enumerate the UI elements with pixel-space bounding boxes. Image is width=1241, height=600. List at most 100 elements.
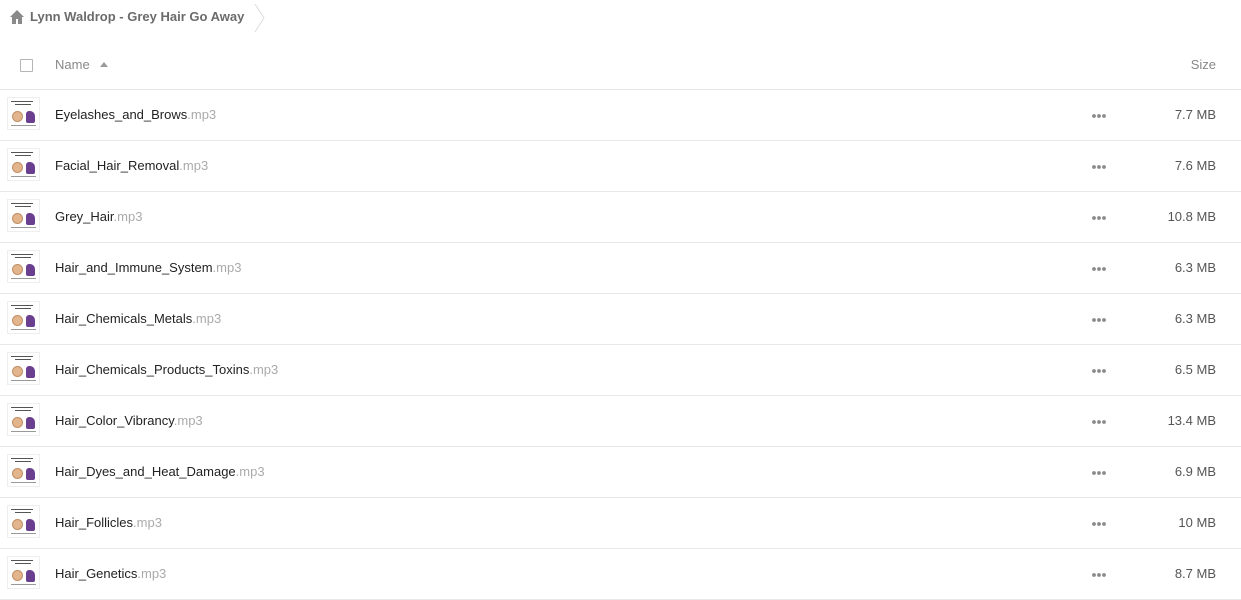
file-size: 6.3 MB — [1174, 311, 1216, 326]
file-size: 6.9 MB — [1174, 464, 1216, 479]
file-thumbnail[interactable] — [7, 352, 40, 385]
file-thumbnail[interactable] — [7, 454, 40, 487]
file-extension: .mp3 — [187, 107, 217, 122]
file-thumbnail[interactable] — [7, 199, 40, 232]
breadcrumb: Lynn Waldrop - Grey Hair Go Away — [0, 0, 1241, 36]
file-size: 10.8 MB — [1167, 209, 1216, 224]
face-thumbnail-graphic — [12, 213, 23, 224]
file-base-name: Hair_Chemicals_Products_Toxins — [55, 362, 250, 377]
face-thumbnail-graphic — [12, 162, 23, 173]
file-row[interactable]: Hair_Genetics.mp3 8.7 MB — [0, 549, 1241, 600]
more-options-icon[interactable] — [1091, 521, 1107, 527]
more-options-icon[interactable] — [1091, 317, 1107, 323]
sort-ascending-icon[interactable] — [99, 61, 109, 68]
figure-thumbnail-graphic — [26, 213, 35, 225]
more-options-icon[interactable] — [1091, 368, 1107, 374]
more-options-icon[interactable] — [1091, 164, 1107, 170]
file-extension: .mp3 — [235, 464, 265, 479]
file-size: 8.7 MB — [1174, 566, 1216, 581]
figure-thumbnail-graphic — [26, 570, 35, 582]
file-name[interactable]: Hair_and_Immune_System.mp3 — [55, 260, 241, 275]
file-size: 6.3 MB — [1174, 260, 1216, 275]
file-thumbnail[interactable] — [7, 97, 40, 130]
file-row[interactable]: Grey_Hair.mp3 10.8 MB — [0, 192, 1241, 243]
file-name[interactable]: Hair_Chemicals_Products_Toxins.mp3 — [55, 362, 278, 377]
file-name[interactable]: Hair_Color_Vibrancy.mp3 — [55, 413, 203, 428]
file-base-name: Grey_Hair — [55, 209, 114, 224]
figure-thumbnail-graphic — [26, 519, 35, 531]
file-base-name: Hair_Genetics — [55, 566, 138, 581]
file-size: 10 MB — [1178, 515, 1216, 530]
file-size: 7.6 MB — [1174, 158, 1216, 173]
file-name[interactable]: Facial_Hair_Removal.mp3 — [55, 158, 208, 173]
file-row[interactable]: Hair_Chemicals_Products_Toxins.mp3 6.5 MB — [0, 345, 1241, 396]
file-base-name: Hair_Chemicals_Metals — [55, 311, 193, 326]
figure-thumbnail-graphic — [26, 264, 35, 276]
file-extension: .mp3 — [249, 362, 279, 377]
figure-thumbnail-graphic — [26, 417, 35, 429]
face-thumbnail-graphic — [12, 570, 23, 581]
file-size: 13.4 MB — [1167, 413, 1216, 428]
file-extension: .mp3 — [137, 566, 167, 581]
file-base-name: Facial_Hair_Removal — [55, 158, 180, 173]
face-thumbnail-graphic — [12, 111, 23, 122]
figure-thumbnail-graphic — [26, 162, 35, 174]
face-thumbnail-graphic — [12, 468, 23, 479]
file-thumbnail[interactable] — [7, 250, 40, 283]
file-extension: .mp3 — [113, 209, 143, 224]
file-list: Eyelashes_and_Brows.mp3 7.7 MB Facial_Hair… — [0, 90, 1241, 600]
file-extension: .mp3 — [179, 158, 209, 173]
file-row[interactable]: Eyelashes_and_Brows.mp3 7.7 MB — [0, 90, 1241, 141]
more-options-icon[interactable] — [1091, 113, 1107, 119]
file-extension: .mp3 — [212, 260, 242, 275]
file-extension: .mp3 — [133, 515, 162, 530]
more-options-icon[interactable] — [1091, 470, 1107, 476]
figure-thumbnail-graphic — [26, 315, 35, 327]
size-column-header[interactable]: Size — [1191, 57, 1216, 72]
file-base-name: Hair_Dyes_and_Heat_Damage — [55, 464, 236, 479]
more-options-icon[interactable] — [1091, 572, 1107, 578]
file-row[interactable]: Hair_Color_Vibrancy.mp3 13.4 MB — [0, 396, 1241, 447]
file-size: 7.7 MB — [1174, 107, 1216, 122]
figure-thumbnail-graphic — [26, 366, 35, 378]
file-name[interactable]: Hair_Chemicals_Metals.mp3 — [55, 311, 221, 326]
file-base-name: Hair_Color_Vibrancy — [55, 413, 174, 428]
file-name[interactable]: Eyelashes_and_Brows.mp3 — [55, 107, 216, 122]
file-name[interactable]: Grey_Hair.mp3 — [55, 209, 142, 224]
more-options-icon[interactable] — [1091, 215, 1107, 221]
file-list-header: Name Size — [0, 40, 1241, 90]
file-size: 6.5 MB — [1174, 362, 1216, 377]
more-options-icon[interactable] — [1091, 419, 1107, 425]
file-name[interactable]: Hair_Follicles.mp3 — [55, 515, 162, 530]
figure-thumbnail-graphic — [26, 111, 35, 123]
figure-thumbnail-graphic — [26, 468, 35, 480]
chevron-right-icon — [254, 4, 265, 32]
file-base-name: Hair_Follicles — [55, 515, 134, 530]
file-extension: .mp3 — [173, 413, 203, 428]
file-thumbnail[interactable] — [7, 556, 40, 589]
face-thumbnail-graphic — [12, 315, 23, 326]
file-row[interactable]: Hair_and_Immune_System.mp3 6.3 MB — [0, 243, 1241, 294]
file-thumbnail[interactable] — [7, 148, 40, 181]
face-thumbnail-graphic — [12, 264, 23, 275]
home-icon[interactable] — [9, 9, 25, 25]
file-row[interactable]: Hair_Follicles.mp3 10 MB — [0, 498, 1241, 549]
file-base-name: Eyelashes_and_Brows — [55, 107, 188, 122]
select-all-checkbox[interactable] — [20, 59, 33, 72]
file-row[interactable]: Hair_Dyes_and_Heat_Damage.mp3 6.9 MB — [0, 447, 1241, 498]
name-column-header[interactable]: Name — [55, 57, 90, 72]
face-thumbnail-graphic — [12, 366, 23, 377]
file-thumbnail[interactable] — [7, 301, 40, 334]
file-base-name: Hair_and_Immune_System — [55, 260, 213, 275]
face-thumbnail-graphic — [12, 519, 23, 530]
file-name[interactable]: Hair_Dyes_and_Heat_Damage.mp3 — [55, 464, 265, 479]
face-thumbnail-graphic — [12, 417, 23, 428]
file-thumbnail[interactable] — [7, 505, 40, 538]
more-options-icon[interactable] — [1091, 266, 1107, 272]
breadcrumb-folder-name[interactable]: Lynn Waldrop - Grey Hair Go Away — [30, 9, 244, 24]
file-row[interactable]: Facial_Hair_Removal.mp3 7.6 MB — [0, 141, 1241, 192]
file-extension: .mp3 — [192, 311, 222, 326]
file-row[interactable]: Hair_Chemicals_Metals.mp3 6.3 MB — [0, 294, 1241, 345]
file-name[interactable]: Hair_Genetics.mp3 — [55, 566, 166, 581]
file-thumbnail[interactable] — [7, 403, 40, 436]
